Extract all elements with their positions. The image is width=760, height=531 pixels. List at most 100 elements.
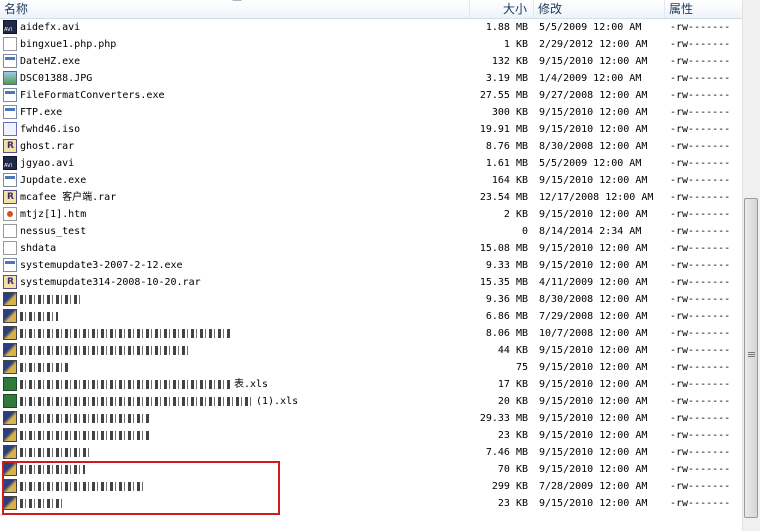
file-name: FTP.exe — [20, 104, 62, 121]
pixelated-name-redaction — [20, 311, 58, 321]
file-size: 7.46 MB — [485, 447, 528, 458]
column-header-bar: 名称 大小 修改 属性 — [0, 0, 742, 19]
excel-file-icon — [3, 394, 17, 408]
file-name: DSC01388.JPG — [20, 70, 92, 87]
file-row[interactable]: aidefx.avi 1.88 MB 5/5/2009 12:00 AM -rw---… — [0, 19, 742, 36]
file-permissions: -rw------- — [670, 243, 731, 254]
file-modified: 9/15/2010 12:00 AM — [539, 430, 648, 441]
file-size: 23 KB — [497, 498, 528, 509]
file-row[interactable]: mtjz[1].htm 2 KB 9/15/2010 12:00 AM -rw----… — [0, 206, 742, 223]
file-row[interactable]: 7.46 MB 9/15/2010 12:00 AM -rw------- — [0, 444, 742, 461]
document-file-icon — [3, 37, 17, 51]
file-row[interactable]: ghost.rar 8.76 MB 8/30/2008 12:00 AM -rw---… — [0, 138, 742, 155]
file-permissions: -rw------- — [670, 39, 731, 50]
file-name: fwhd46.iso — [20, 121, 80, 138]
file-row[interactable]: systemupdate3-2007-2-12.exe 9.33 MB 9/15/2… — [0, 257, 742, 274]
pixelated-name-redaction — [20, 447, 90, 457]
file-row[interactable]: DateHZ.exe 132 KB 9/15/2010 12:00 AM -rw---… — [0, 53, 742, 70]
column-header-modified[interactable]: 修改 — [534, 0, 665, 18]
file-permissions: -rw------- — [670, 192, 731, 203]
file-permissions: -rw------- — [670, 56, 731, 67]
file-row[interactable]: 299 KB 7/28/2009 12:00 AM -rw------- — [0, 478, 742, 495]
file-name — [20, 444, 90, 461]
file-size: 8.06 MB — [485, 328, 528, 339]
file-row[interactable]: 23 KB 9/15/2010 12:00 AM -rw------- — [0, 427, 742, 444]
file-row[interactable]: 23 KB 9/15/2010 12:00 AM -rw------- — [0, 495, 742, 512]
file-row[interactable]: 8.06 MB 10/7/2008 12:00 AM -rw------- — [0, 325, 742, 342]
file-size: 75 — [515, 362, 528, 373]
obscured-file-icon — [3, 428, 17, 442]
file-name — [20, 342, 190, 359]
file-row[interactable]: FTP.exe 300 KB 9/15/2010 12:00 AM -rw------… — [0, 104, 742, 121]
obscured-file-icon — [3, 360, 17, 374]
file-row[interactable]: 29.33 MB 9/15/2010 12:00 AM -rw------- — [0, 410, 742, 427]
vertical-scrollbar[interactable] — [742, 0, 760, 531]
file-modified: 4/11/2009 12:00 AM — [539, 277, 648, 288]
exe-file-icon — [3, 173, 17, 187]
file-name — [20, 410, 150, 427]
obscured-file-icon — [3, 445, 17, 459]
file-size: 0 — [521, 226, 528, 237]
file-row[interactable]: 44 KB 9/15/2010 12:00 AM -rw------- — [0, 342, 742, 359]
file-row[interactable]: 表.xls 17 KB 9/15/2010 12:00 AM -rw------- — [0, 376, 742, 393]
file-row[interactable]: bingxue1.php.php 1 KB 2/29/2012 12:00 AM -r… — [0, 36, 742, 53]
excel-file-icon — [3, 377, 17, 391]
scrollbar-thumb[interactable] — [744, 198, 758, 518]
obscured-file-icon — [3, 309, 17, 323]
file-row[interactable]: nessus_test 0 8/14/2014 2:34 AM -rw------- — [0, 223, 742, 240]
file-name: mcafee 客户端.rar — [20, 189, 116, 206]
file-name: DateHZ.exe — [20, 53, 80, 70]
file-row[interactable]: 9.36 MB 8/30/2008 12:00 AM -rw------- — [0, 291, 742, 308]
file-name-text: 表.xls — [234, 379, 269, 390]
file-modified: 9/15/2010 12:00 AM — [539, 362, 648, 373]
file-permissions: -rw------- — [670, 175, 731, 186]
file-name-text: aidefx.avi — [20, 22, 81, 33]
pixelated-name-redaction — [20, 345, 190, 355]
file-permissions: -rw------- — [670, 379, 731, 390]
file-modified: 8/14/2014 2:34 AM — [539, 226, 642, 237]
file-row[interactable]: shdata 15.08 MB 9/15/2010 12:00 AM -rw-----… — [0, 240, 742, 257]
file-modified: 9/15/2010 12:00 AM — [539, 209, 648, 220]
file-row[interactable]: 70 KB 9/15/2010 12:00 AM -rw------- — [0, 461, 742, 478]
file-row[interactable]: jgyao.avi 1.61 MB 5/5/2009 12:00 AM -rw----… — [0, 155, 742, 172]
obscured-file-icon — [3, 462, 17, 476]
obscured-file-icon — [3, 343, 17, 357]
file-permissions: -rw------- — [670, 481, 731, 492]
file-name — [20, 359, 68, 376]
file-modified: 9/15/2010 12:00 AM — [539, 447, 648, 458]
file-row[interactable]: (1).xls 20 KB 9/15/2010 12:00 AM -rw------- — [0, 393, 742, 410]
file-name-text: bingxue1.php.php — [20, 39, 117, 50]
file-modified: 7/29/2008 12:00 AM — [539, 311, 648, 322]
column-header-name[interactable]: 名称 — [0, 0, 470, 18]
file-size: 70 KB — [497, 464, 528, 475]
rar-file-icon — [3, 139, 17, 153]
file-name: 表.xls — [20, 376, 268, 393]
file-row[interactable]: fwhd46.iso 19.91 MB 9/15/2010 12:00 AM -rw-… — [0, 121, 742, 138]
file-row[interactable]: 75 9/15/2010 12:00 AM -rw------- — [0, 359, 742, 376]
file-size: 8.76 MB — [485, 141, 528, 152]
file-permissions: -rw------- — [670, 328, 731, 339]
document-file-icon — [3, 241, 17, 255]
column-header-permissions[interactable]: 属性 — [665, 0, 742, 18]
exe-file-icon — [3, 105, 17, 119]
file-modified: 8/30/2008 12:00 AM — [539, 141, 648, 152]
file-modified: 12/17/2008 12:00 AM — [539, 192, 654, 203]
file-row[interactable]: mcafee 客户端.rar 23.54 MB 12/17/2008 12:00 A… — [0, 189, 742, 206]
file-name — [20, 308, 58, 325]
file-name-text: FTP.exe — [20, 107, 63, 118]
file-modified: 9/27/2008 12:00 AM — [539, 90, 648, 101]
column-header-size[interactable]: 大小 — [470, 0, 534, 18]
file-row[interactable]: 6.86 MB 7/29/2008 12:00 AM -rw------- — [0, 308, 742, 325]
exe-file-icon — [3, 258, 17, 272]
file-row[interactable]: DSC01388.JPG 3.19 MB 1/4/2009 12:00 AM -rw-… — [0, 70, 742, 87]
file-permissions: -rw------- — [670, 430, 731, 441]
file-row[interactable]: FileFormatConverters.exe 27.55 MB 9/27/200… — [0, 87, 742, 104]
file-name-text: FileFormatConverters.exe — [20, 90, 165, 101]
file-size: 27.55 MB — [479, 90, 528, 101]
file-size: 23 KB — [497, 430, 528, 441]
file-size: 1 KB — [503, 39, 528, 50]
file-size: 1.88 MB — [485, 22, 528, 33]
file-row[interactable]: Jupdate.exe 164 KB 9/15/2010 12:00 AM -rw--… — [0, 172, 742, 189]
file-row[interactable]: systemupdate314-2008-10-20.rar 15.35 MB 4/… — [0, 274, 742, 291]
file-name-text: systemupdate314-2008-10-20.rar — [20, 277, 201, 288]
